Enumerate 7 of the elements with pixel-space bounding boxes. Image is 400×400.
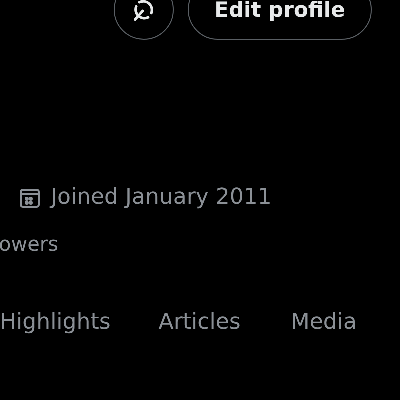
profile-tab[interactable]: Articles	[158, 310, 241, 335]
joined-date: Joined January 2011	[51, 185, 272, 210]
profile-tab[interactable]: Highlights	[0, 310, 111, 335]
edit-profile-button[interactable]: Edit profile	[188, 0, 372, 40]
profile-tab[interactable]: Media	[290, 310, 357, 335]
calendar-icon	[19, 186, 41, 208]
followers-link[interactable]: owers	[0, 232, 400, 256]
